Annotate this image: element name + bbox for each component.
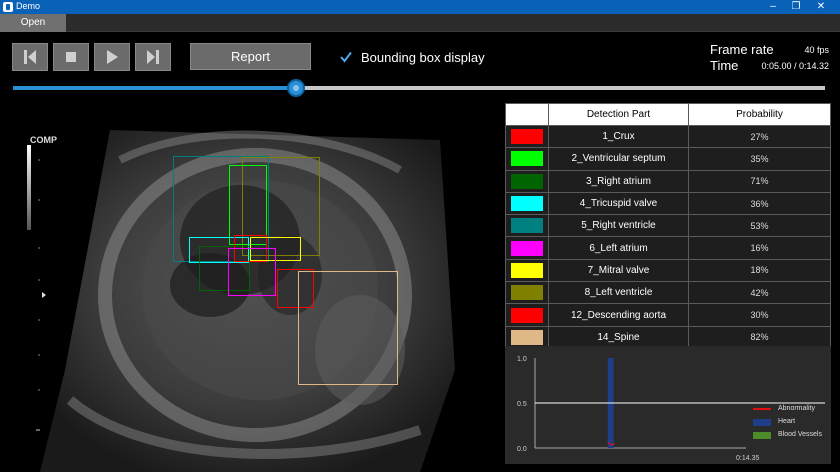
time-value: 0:05.00 / 0:14.32 xyxy=(761,61,829,71)
step-forward-icon xyxy=(147,50,159,64)
probability-cell: 53% xyxy=(688,214,831,238)
probability-cell: 35% xyxy=(688,147,831,171)
legend-label: Blood Vessels xyxy=(778,431,822,438)
color-swatch xyxy=(505,124,549,149)
detection-part-cell: 2_Ventricular septum xyxy=(548,147,689,171)
swatch-fill xyxy=(511,129,543,145)
swatch-fill xyxy=(511,173,543,189)
bbox-ventricular-septum xyxy=(229,165,267,245)
detection-part-cell: 3_Right atrium xyxy=(548,169,689,193)
bbox-display-label: Bounding box display xyxy=(361,50,485,65)
probability-cell: 71% xyxy=(688,169,831,193)
table-row: 4_Tricuspid valve 36% xyxy=(505,191,831,216)
swatch-fill xyxy=(511,151,543,167)
time-label: Time xyxy=(710,58,739,73)
table-row: 7_Mitral valve 18% xyxy=(505,258,831,283)
bbox-left-atrium xyxy=(228,248,276,296)
table-header-row: Detection Part Probability xyxy=(505,103,831,126)
color-swatch xyxy=(505,258,549,283)
depth-scale xyxy=(36,159,46,431)
step-back-button[interactable] xyxy=(12,43,48,71)
play-button[interactable] xyxy=(94,43,130,71)
playback-slider[interactable] xyxy=(13,79,825,97)
probability-cell: 16% xyxy=(688,236,831,260)
color-swatch xyxy=(505,281,549,305)
swatch-fill xyxy=(511,329,543,345)
stop-icon xyxy=(66,52,76,62)
swatch-fill xyxy=(511,240,543,256)
table-row: 2_Ventricular septum 35% xyxy=(505,147,831,171)
y-tick-label: 1.0 xyxy=(517,356,527,363)
probability-cell: 27% xyxy=(688,124,831,149)
minimize-icon[interactable]: – xyxy=(762,0,784,14)
color-swatch xyxy=(505,169,549,193)
color-swatch xyxy=(505,147,549,171)
legend-label: Heart xyxy=(778,418,796,425)
table-row: 8_Left ventricle 42% xyxy=(505,281,831,305)
window-title: Demo xyxy=(16,1,41,11)
title-bar: Demo – ❐ ✕ xyxy=(0,0,840,14)
detection-table: Detection Part Probability 1_Crux 27% 2_Ve… xyxy=(505,103,831,349)
table-row: 5_Right ventricle 53% xyxy=(505,214,831,238)
grayscale-bar xyxy=(27,145,31,230)
stop-button[interactable] xyxy=(53,43,89,71)
detection-part-cell: 5_Right ventricle xyxy=(548,214,689,238)
swatch-fill xyxy=(511,285,543,301)
detection-part-cell: 6_Left atrium xyxy=(548,236,689,260)
play-icon xyxy=(107,50,118,64)
y-tick-label: 0.5 xyxy=(517,401,527,408)
legend-marker xyxy=(753,419,771,426)
swatch-fill xyxy=(511,262,543,278)
swatch-fill xyxy=(511,307,543,323)
frame-rate-value: 40 fps xyxy=(804,45,829,55)
color-swatch xyxy=(505,303,549,327)
report-button[interactable]: Report xyxy=(190,43,311,70)
col-header-color xyxy=(505,103,549,126)
col-header-probability: Probability xyxy=(688,103,831,126)
maximize-icon[interactable]: ❐ xyxy=(785,0,807,14)
swatch-fill xyxy=(511,196,543,212)
menu-open[interactable]: Open xyxy=(0,14,66,32)
detection-timeline-chart: 1.0 0.5 0.0 0:14.35 Abnormality Heart Blood V… xyxy=(505,346,831,464)
legend-marker xyxy=(753,408,771,410)
color-swatch xyxy=(505,214,549,238)
legend-item: Heart xyxy=(753,417,822,430)
menu-bar: Open xyxy=(0,14,840,32)
app-icon xyxy=(3,2,13,12)
step-forward-button[interactable] xyxy=(135,43,171,71)
detection-part-cell: 8_Left ventricle xyxy=(548,281,689,305)
x-end-label: 0:14.35 xyxy=(736,455,759,462)
comp-label: COMP xyxy=(30,135,57,145)
detection-part-cell: 1_Crux xyxy=(548,124,689,149)
legend-item: Abnormality xyxy=(753,404,822,417)
detection-part-cell: 7_Mitral valve xyxy=(548,258,689,283)
y-tick-label: 0.0 xyxy=(517,446,527,453)
table-row: 12_Descending aorta 30% xyxy=(505,303,831,327)
legend-item: Blood Vessels xyxy=(753,430,822,443)
frame-rate-label: Frame rate xyxy=(710,42,774,57)
chart-legend: Abnormality Heart Blood Vessels xyxy=(753,404,822,443)
slider-thumb[interactable] xyxy=(287,79,306,97)
bbox-spine xyxy=(298,271,398,385)
legend-label: Abnormality xyxy=(778,405,815,412)
table-row: 6_Left atrium 16% xyxy=(505,236,831,260)
slider-progress xyxy=(13,86,297,90)
col-header-detection-part: Detection Part xyxy=(548,103,689,126)
legend-marker xyxy=(753,432,771,439)
table-row: 1_Crux 27% xyxy=(505,124,831,149)
probability-cell: 18% xyxy=(688,258,831,283)
step-back-icon xyxy=(24,50,36,64)
color-swatch xyxy=(505,191,549,216)
detection-part-cell: 4_Tricuspid valve xyxy=(548,191,689,216)
color-swatch xyxy=(505,236,549,260)
table-row: 3_Right atrium 71% xyxy=(505,169,831,193)
swatch-fill xyxy=(511,218,543,234)
probability-cell: 42% xyxy=(688,281,831,305)
bbox-display-checkbox[interactable] xyxy=(340,51,352,63)
detection-part-cell: 12_Descending aorta xyxy=(548,303,689,327)
probability-cell: 30% xyxy=(688,303,831,327)
probability-cell: 36% xyxy=(688,191,831,216)
close-icon[interactable]: ✕ xyxy=(810,0,832,14)
